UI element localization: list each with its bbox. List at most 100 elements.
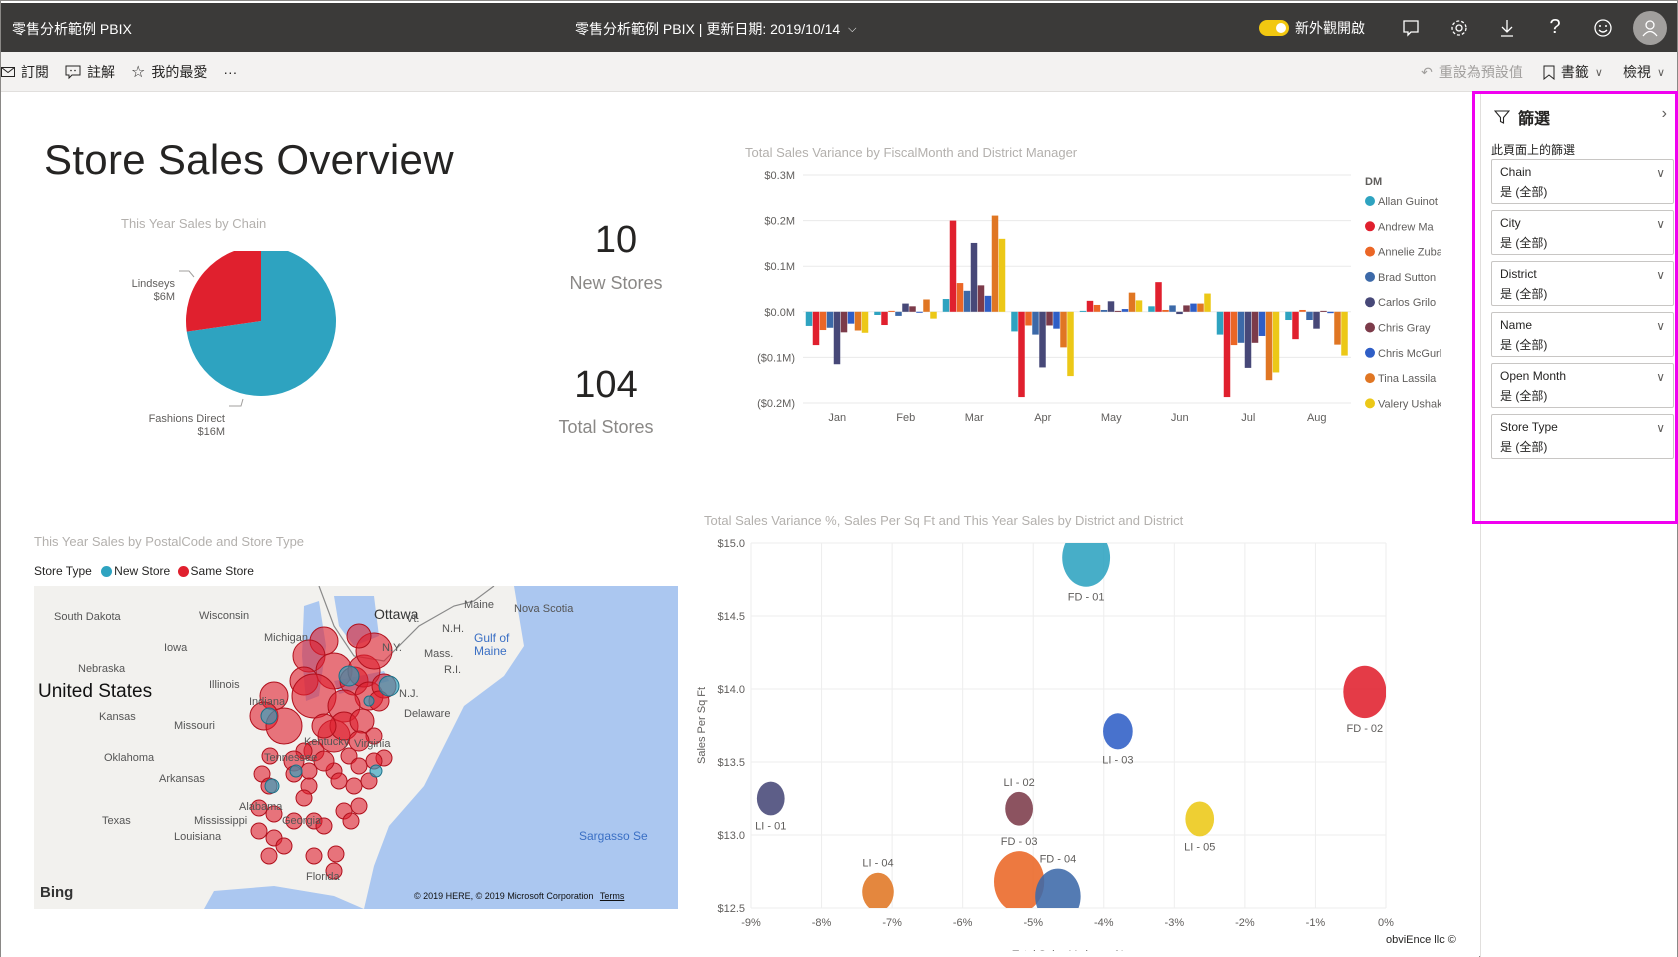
legend-item[interactable]: Brad Sutton [1378, 272, 1436, 284]
bar[interactable] [1128, 292, 1136, 312]
bookmarks-button[interactable]: 書籤 ∨ [1543, 62, 1603, 82]
bar[interactable] [963, 290, 971, 312]
chevron-down-icon[interactable]: ∨ [1656, 319, 1665, 333]
help-icon[interactable]: ? [1531, 3, 1579, 52]
bar[interactable] [1237, 311, 1245, 343]
bar[interactable] [840, 311, 848, 333]
bar[interactable] [1060, 311, 1067, 348]
smiley-icon[interactable] [1579, 3, 1627, 52]
map-bubble-same-store[interactable] [346, 623, 372, 649]
map-bubble-same-store[interactable] [260, 847, 278, 865]
bar[interactable] [923, 299, 930, 312]
bar[interactable] [1046, 311, 1053, 326]
map-bubble-new-store[interactable] [369, 764, 383, 778]
filter-card-chain[interactable]: Chain 是 (全部) ∨ [1491, 159, 1674, 204]
avatar-icon[interactable] [1633, 10, 1667, 45]
bar[interactable] [1216, 311, 1224, 335]
bar[interactable] [1162, 309, 1169, 312]
bar[interactable] [1334, 311, 1341, 345]
map-bubble-new-store[interactable] [260, 707, 278, 725]
chevron-down-icon[interactable]: ∨ [1656, 370, 1665, 384]
bubble-li-02[interactable] [1005, 791, 1033, 826]
bar[interactable] [819, 311, 827, 331]
bar[interactable] [1079, 310, 1087, 312]
bar[interactable] [1086, 300, 1094, 312]
chevron-down-icon[interactable]: ∨ [1656, 421, 1665, 435]
filter-card-open-month[interactable]: Open Month 是 (全部) ∨ [1491, 363, 1674, 408]
map-bubble-same-store[interactable] [300, 762, 318, 780]
legend-item[interactable]: Chris McGurk [1378, 348, 1441, 360]
bar[interactable] [1230, 311, 1238, 346]
bar[interactable] [949, 220, 957, 312]
bar[interactable] [1155, 282, 1162, 312]
column-chart[interactable]: $0.3M $0.2M $0.1M $0.0M ($0.1M) ($0.2M) Jan Feb… [741, 161, 1441, 441]
bar[interactable] [847, 311, 855, 324]
legend-item[interactable]: Andrew Ma [1378, 221, 1435, 233]
bar[interactable] [1320, 310, 1327, 312]
bar[interactable] [1176, 311, 1183, 315]
bar[interactable] [1093, 304, 1101, 312]
comment-icon[interactable] [1387, 3, 1435, 52]
bar[interactable] [1135, 300, 1143, 312]
download-icon[interactable] [1483, 3, 1531, 52]
bar[interactable] [805, 311, 813, 326]
favorite-button[interactable]: ☆ 我的最愛 [131, 62, 207, 82]
filter-card-name[interactable]: Name 是 (全部) ∨ [1491, 312, 1674, 357]
bar[interactable] [930, 311, 937, 319]
bar[interactable] [1306, 311, 1313, 321]
bar[interactable] [956, 283, 964, 312]
bar[interactable] [991, 215, 999, 312]
bar[interactable] [826, 311, 834, 328]
map-bubble-same-store[interactable] [295, 789, 313, 807]
map-bubble-same-store[interactable] [275, 837, 293, 855]
legend-item[interactable]: Valery Ushakov [1378, 398, 1441, 410]
subscribe-button[interactable]: 訂閱 [1, 62, 49, 82]
map-bubble-new-store[interactable] [338, 665, 360, 687]
bar[interactable] [888, 310, 895, 312]
filter-card-district[interactable]: District 是 (全部) ∨ [1491, 261, 1674, 306]
chevron-down-icon[interactable]: ∨ [1656, 217, 1665, 231]
pie-slice-lindseys[interactable] [186, 251, 261, 332]
bar[interactable] [1100, 309, 1108, 312]
bubble-li-05[interactable] [1185, 801, 1215, 837]
bar[interactable] [1299, 309, 1306, 312]
bubble-li-01[interactable] [756, 781, 785, 816]
gear-icon[interactable] [1435, 3, 1483, 52]
bar[interactable] [1053, 311, 1060, 329]
bar[interactable] [1067, 311, 1074, 377]
bar[interactable] [1244, 311, 1252, 368]
bar[interactable] [1169, 305, 1176, 312]
bar[interactable] [1292, 311, 1299, 340]
map-bubble-same-store[interactable] [350, 797, 368, 815]
legend-item[interactable]: Tina Lassila [1378, 373, 1437, 385]
bar[interactable] [1121, 309, 1129, 312]
view-button[interactable]: 檢視 ∨ [1623, 62, 1665, 82]
bar[interactable] [1190, 303, 1197, 312]
bar[interactable] [1285, 311, 1292, 321]
bar[interactable] [909, 306, 916, 312]
legend-item[interactable]: Allan Guinot [1378, 196, 1438, 208]
collapse-pane-icon[interactable]: › [1662, 105, 1667, 123]
scatter-chart[interactable]: -9% -8% -7% -6% -5% -4% -3% -2% -1% 0% $15.0 $14.5 $… [691, 531, 1461, 951]
filter-card-city[interactable]: City 是 (全部) ∨ [1491, 210, 1674, 255]
bar[interactable] [861, 311, 869, 333]
legend-item[interactable]: Carlos Grilo [1378, 297, 1436, 309]
bubble-li-03[interactable] [1103, 713, 1133, 750]
legend-new-store[interactable]: New Store [114, 564, 170, 578]
bubble-fd-02[interactable] [1343, 665, 1386, 719]
bar[interactable] [1183, 305, 1190, 312]
bar[interactable] [1313, 311, 1320, 329]
bar[interactable] [1327, 311, 1334, 314]
map-bubble-same-store[interactable] [327, 845, 345, 863]
chevron-down-icon[interactable]: ∨ [1656, 268, 1665, 282]
terms-link[interactable]: Terms [600, 891, 625, 901]
bubble-fd-04[interactable] [1035, 868, 1081, 924]
bar[interactable] [916, 311, 923, 313]
bar[interactable] [854, 311, 862, 331]
legend-item[interactable]: Annelie Zubar [1378, 247, 1441, 259]
bar[interactable] [1032, 311, 1039, 335]
bar[interactable] [1148, 306, 1155, 312]
bar[interactable] [874, 311, 881, 315]
bar[interactable] [998, 238, 1006, 312]
bar[interactable] [1204, 293, 1211, 312]
